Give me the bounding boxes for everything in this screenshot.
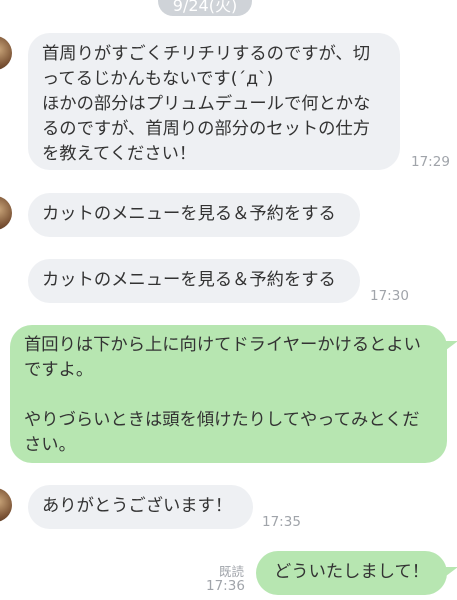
message-timestamp: 17:29 [411,154,450,170]
sender-avatar[interactable] [0,488,12,522]
incoming-message-bubble[interactable]: カットのメニューを見る＆予約をする [28,193,360,237]
date-separator: 9/24(火) [158,0,252,16]
sender-avatar[interactable] [0,36,12,70]
message-timestamp: 17:36 [206,578,245,594]
outgoing-message-bubble[interactable]: 首回りは下から上に向けてドライヤーかけるとよいですよ。 やりづらいときは頭を傾け… [10,325,447,463]
bubble-tail [446,341,457,350]
message-timestamp: 17:35 [262,514,301,530]
sender-avatar[interactable] [0,196,12,230]
outgoing-message-bubble[interactable]: どういたしまして！ [256,551,447,595]
incoming-message-bubble[interactable]: ありがとうございます！ [28,485,253,529]
incoming-message-bubble[interactable]: 首周りがすごくチリチリするのですが、切ってるじかんもないです(´д`) ほかの部… [28,33,400,170]
message-timestamp: 17:30 [370,288,409,304]
incoming-message-bubble[interactable]: カットのメニューを見る＆予約をする [28,259,360,303]
bubble-tail [446,567,457,576]
